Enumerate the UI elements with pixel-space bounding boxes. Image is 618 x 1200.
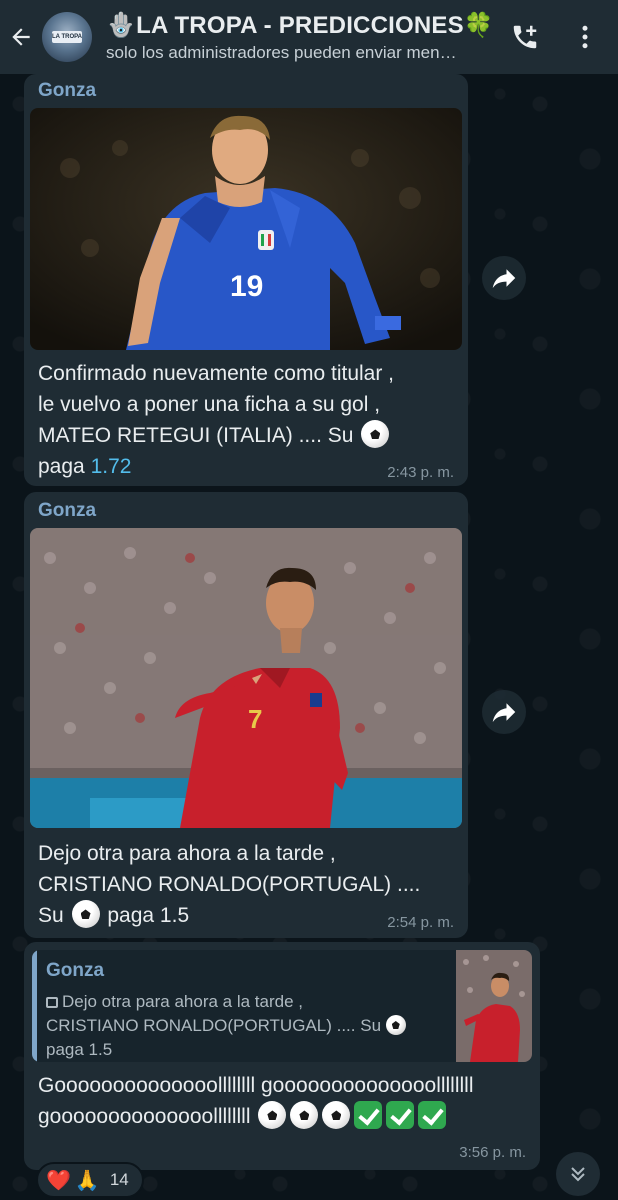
soccer-ball-emoji (322, 1101, 351, 1130)
message-sender[interactable]: Gonza (38, 500, 96, 522)
message-line-text: Su (38, 904, 64, 927)
check-mark-emoji (386, 1101, 415, 1130)
message-line: Confirmado nuevamente como titular , (38, 362, 395, 385)
message-line: MATEO RETEGUI (ITALIA) .... Su (38, 420, 458, 451)
check-mark-emoji (354, 1101, 383, 1130)
quoted-line: CRISTIANO RONALDO(PORTUGAL) .... Su (46, 1014, 456, 1038)
quoted-line-text: CRISTIANO RONALDO(PORTUGAL) .... Su (46, 1016, 382, 1035)
player-italy-image: 19 (30, 108, 462, 350)
chat-area[interactable]: Gonza 19 Confirmado nuevamente como titu… (0, 74, 618, 1200)
player-portugal-image: 7 (30, 528, 462, 828)
quoted-message[interactable]: Gonza Dejo otra para ahora a la tarde , … (32, 950, 532, 1062)
quoted-text: Dejo otra para ahora a la tarde , CRISTI… (46, 990, 456, 1062)
quote-bar (32, 950, 37, 1062)
add-call-button[interactable] (508, 20, 542, 54)
message-line: goooooooooooooollllllll (38, 1101, 528, 1132)
group-avatar[interactable]: LA TROPA (42, 12, 92, 62)
chat-header: LA TROPA 🪬LA TROPA - PREDICCIONES🍀 solo … (0, 0, 618, 74)
message-line-text: MATEO RETEGUI (ITALIA) .... Su (38, 424, 354, 447)
pay-label: paga (38, 455, 85, 478)
message-text: Goooooooooooooollllllll gooooooooooooool… (38, 1070, 528, 1132)
praying-hands-icon: 🙏 (74, 1169, 100, 1192)
odds-value[interactable]: 1.72 (91, 455, 132, 478)
forward-icon (492, 703, 516, 722)
phone-plus-icon (513, 25, 537, 49)
soccer-ball-emoji (385, 1015, 406, 1036)
reaction-count: 14 (109, 1170, 129, 1189)
group-title: 🪬LA TROPA - PREDICCIONES🍀 (106, 12, 494, 39)
check-mark-emoji (418, 1101, 447, 1130)
reply-message-bubble[interactable]: Gonza Dejo otra para ahora a la tarde , … (24, 942, 540, 1170)
quoted-line: Dejo otra para ahora a la tarde , (46, 990, 456, 1014)
message-bubble[interactable]: Gonza 7 Dejo otra para ahora a la tarde … (24, 492, 468, 938)
more-options-button[interactable] (568, 20, 602, 54)
message-sender[interactable]: Gonza (38, 80, 96, 102)
group-subtitle: solo los administradores pueden enviar m… (106, 43, 457, 62)
forward-icon (492, 269, 516, 288)
quoted-sender: Gonza (46, 960, 105, 981)
soccer-ball-emoji (361, 420, 390, 449)
double-chevron-down-icon (571, 1167, 585, 1182)
message-time: 2:54 p. m. (387, 914, 454, 931)
svg-text:7: 7 (248, 704, 262, 734)
photo-icon (46, 997, 58, 1009)
avatar-crest: LA TROPA (52, 31, 82, 43)
quoted-thumbnail (456, 950, 532, 1062)
soccer-ball-emoji (258, 1101, 287, 1130)
message-photo[interactable]: 7 (30, 528, 462, 828)
scroll-to-bottom-button[interactable] (556, 1152, 600, 1196)
message-bubble[interactable]: Gonza 19 Confirmado nuevamente como titu… (24, 74, 468, 486)
forward-button[interactable] (482, 690, 526, 734)
player-portugal-thumbnail (456, 950, 532, 1062)
group-info[interactable]: 🪬LA TROPA - PREDICCIONES🍀 solo los admin… (106, 11, 496, 63)
pay-text: paga 1.5 (107, 904, 190, 927)
message-line-text: goooooooooooooollllllll (38, 1105, 251, 1128)
message-time: 3:56 p. m. (459, 1144, 526, 1161)
forward-button[interactable] (482, 256, 526, 300)
quoted-line-text: Dejo otra para ahora a la tarde , (62, 992, 303, 1011)
svg-text:19: 19 (230, 270, 263, 303)
quoted-line: paga 1.5 (46, 1040, 113, 1059)
back-button[interactable] (0, 0, 42, 74)
soccer-ball-emoji (290, 1101, 319, 1130)
more-vert-icon (582, 25, 588, 49)
message-reactions[interactable]: ❤️ 🙏 14 (36, 1162, 144, 1198)
message-line: Goooooooooooooollllllll gooooooooooooool… (38, 1074, 474, 1097)
message-line: le vuelvo a poner una ficha a su gol , (38, 393, 381, 416)
soccer-ball-emoji (71, 900, 100, 929)
back-arrow-icon (12, 28, 30, 46)
message-line: CRISTIANO RONALDO(PORTUGAL) .... (38, 873, 421, 896)
message-line: Dejo otra para ahora a la tarde , (38, 842, 336, 865)
heart-icon: ❤️ (46, 1169, 71, 1192)
message-time: 2:43 p. m. (387, 464, 454, 481)
message-photo[interactable]: 19 (30, 108, 462, 350)
